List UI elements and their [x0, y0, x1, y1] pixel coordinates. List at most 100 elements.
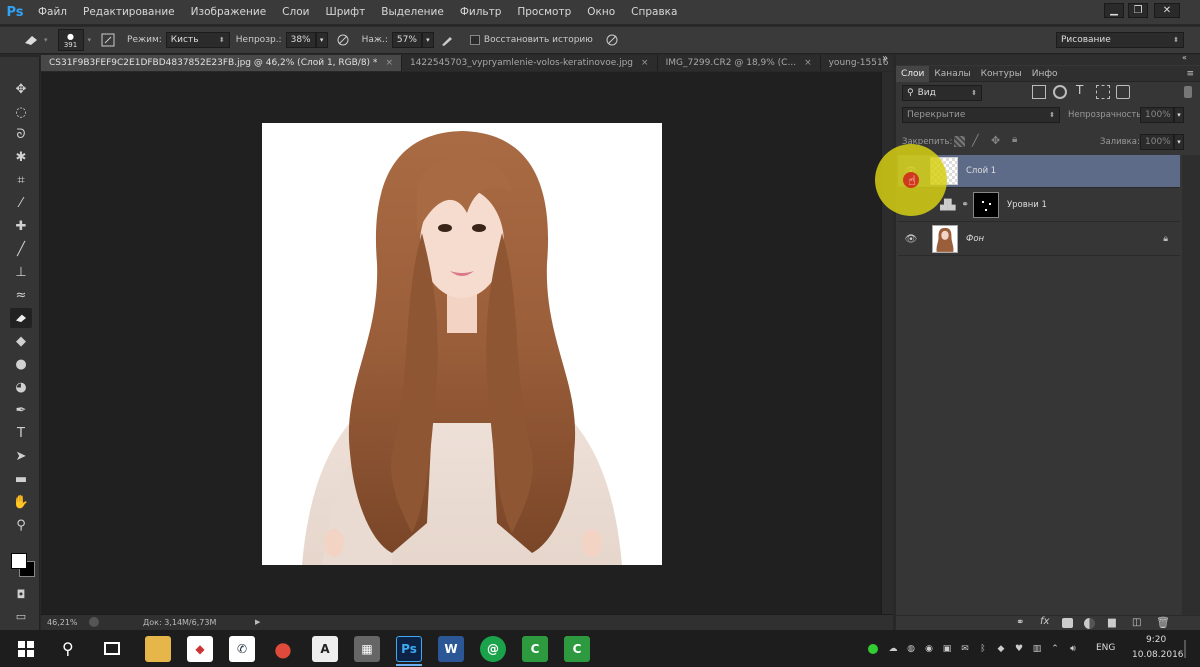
collapse-icon[interactable]: » — [882, 53, 888, 64]
chrome-icon[interactable]: ● — [270, 636, 296, 662]
eraser-tool-icon[interactable] — [10, 308, 32, 328]
language-indicator[interactable]: ENG — [1096, 643, 1115, 653]
layer-row[interactable]: 👁︎ Фон 🔒︎ — [898, 223, 1180, 256]
pressure-dropdown[interactable]: ▾ — [421, 32, 434, 48]
foreground-color-swatch[interactable] — [11, 553, 27, 569]
clock-time[interactable]: 9:20 — [1146, 635, 1166, 645]
lock-all-icon[interactable]: 🔒︎ — [1012, 134, 1017, 145]
tray-app-icon[interactable]: ◍ — [906, 644, 916, 654]
close-icon[interactable]: × — [385, 58, 393, 68]
close-button[interactable]: ✕ — [1154, 3, 1180, 18]
move-tool-icon[interactable]: ✥ — [10, 79, 32, 99]
doc-tab[interactable]: 1422545703_vypryamlenie-volos-keratinovo… — [402, 55, 658, 71]
history-brush-tool-icon[interactable]: ≈ — [10, 285, 32, 305]
tab-channels[interactable]: Каналы — [929, 66, 975, 82]
panel-menu-icon[interactable]: ≡ — [1180, 66, 1200, 81]
dodge-tool-icon[interactable]: ◕ — [10, 377, 32, 397]
mask-link-icon[interactable]: ⚭ — [961, 200, 969, 210]
eyedropper-tool-icon[interactable]: ⁄ — [10, 193, 32, 213]
photoshop-icon[interactable]: Ps — [396, 636, 422, 662]
mail-agent-icon[interactable]: @ — [480, 636, 506, 662]
pressure-opacity-icon[interactable] — [334, 31, 352, 49]
tray-cloud-icon[interactable]: ☁ — [888, 644, 898, 654]
tray-app-icon[interactable] — [868, 644, 878, 654]
layer-name[interactable]: Слой 1 — [966, 166, 996, 176]
hand-tool-icon[interactable]: ✋ — [10, 492, 32, 512]
link-layers-icon[interactable]: ⚭ — [1016, 617, 1024, 628]
brush-tool-icon[interactable]: ╱ — [10, 239, 32, 259]
tray-app-icon[interactable]: ♥ — [1014, 644, 1024, 654]
blur-tool-icon[interactable]: ● — [10, 354, 32, 374]
chevron-up-icon[interactable]: ⌃ — [1050, 644, 1060, 654]
tab-info[interactable]: Инфо — [1027, 66, 1063, 82]
paint-bucket-tool-icon[interactable]: ◆ — [10, 331, 32, 351]
layer-opacity-field[interactable]: 100% — [1140, 107, 1174, 123]
layer-style-icon[interactable]: fx — [1040, 616, 1049, 627]
filter-toggle[interactable] — [1184, 86, 1192, 98]
eraser-tool-preset-icon[interactable] — [22, 31, 40, 49]
marquee-tool-icon[interactable]: ◌ — [10, 102, 32, 122]
task-view-icon[interactable] — [104, 642, 120, 655]
status-menu-arrow-icon[interactable]: ▶ — [255, 618, 260, 626]
pressure-field[interactable]: 57% — [391, 32, 422, 48]
tray-app-icon[interactable]: ◆ — [996, 644, 1006, 654]
menu-filter[interactable]: Фильтр — [452, 6, 510, 18]
tray-app-icon[interactable]: ▣ — [942, 644, 952, 654]
menu-file[interactable]: Файл — [30, 6, 75, 18]
restore-history-checkbox[interactable] — [469, 35, 480, 45]
zoom-tool-icon[interactable]: ⚲ — [10, 515, 32, 535]
tray-app-icon[interactable]: ✉ — [960, 644, 970, 654]
menu-image[interactable]: Изображение — [183, 6, 275, 18]
menu-type[interactable]: Шрифт — [317, 6, 373, 18]
add-mask-icon[interactable] — [1062, 618, 1073, 628]
chevron-down-icon[interactable]: ▾ — [88, 36, 92, 44]
close-icon[interactable]: × — [804, 58, 812, 68]
filter-type-icon[interactable]: T — [1076, 83, 1083, 97]
word-icon[interactable]: W — [438, 636, 464, 662]
doc-tab[interactable]: IMG_7299.CR2 @ 18,9% (C... × — [658, 55, 821, 71]
screen-mode-icon[interactable]: ▭ — [10, 606, 32, 626]
volume-icon[interactable]: 🔊︎ — [1068, 644, 1078, 654]
doc-tab-active[interactable]: CS31F9B3FEF9C2E1DFBD4837852E23FB.jpg @ 4… — [41, 55, 402, 71]
healing-brush-tool-icon[interactable]: ✚ — [10, 216, 32, 236]
clone-stamp-tool-icon[interactable]: ⊥ — [10, 262, 32, 282]
show-desktop-button[interactable] — [1184, 640, 1186, 658]
layer-name[interactable]: Уровни 1 — [1007, 200, 1047, 210]
workspace-select[interactable]: Рисование ⬍ — [1056, 32, 1184, 48]
zoom-level[interactable]: 46,21% — [47, 618, 78, 627]
acrobat-icon[interactable]: A — [312, 636, 338, 662]
path-selection-tool-icon[interactable]: ➤ — [10, 446, 32, 466]
new-layer-icon[interactable]: ◫ — [1132, 617, 1141, 628]
close-icon[interactable]: × — [641, 58, 649, 68]
blend-mode-select[interactable]: Перекрытие ⬍ — [902, 107, 1060, 123]
search-icon[interactable]: ⚲ — [62, 639, 74, 658]
tray-app-icon[interactable]: ◉ — [924, 644, 934, 654]
filter-adjustment-icon[interactable] — [1053, 85, 1067, 99]
app-icon[interactable]: ✆ — [229, 636, 255, 662]
brush-panel-icon[interactable] — [99, 31, 117, 49]
fill-dropdown[interactable]: ▾ — [1174, 134, 1184, 150]
rectangle-tool-icon[interactable]: ▬ — [10, 469, 32, 489]
airbrush-icon[interactable] — [438, 31, 456, 49]
calculator-icon[interactable]: ▦ — [354, 636, 380, 662]
network-icon[interactable]: ▥ — [1032, 644, 1042, 654]
lock-position-icon[interactable]: ✥ — [991, 134, 1000, 147]
filter-shape-icon[interactable] — [1096, 85, 1110, 99]
menu-window[interactable]: Окно — [579, 6, 623, 18]
crop-tool-icon[interactable]: ⌗ — [10, 170, 32, 190]
paint-app-icon[interactable]: ◆ — [187, 636, 213, 662]
document-image[interactable] — [262, 123, 662, 565]
menu-select[interactable]: Выделение — [373, 6, 452, 18]
quick-mask-icon[interactable]: ◘ — [10, 584, 32, 604]
menu-edit[interactable]: Редактирование — [75, 6, 183, 18]
layers-scrollbar[interactable] — [1182, 155, 1200, 615]
layer-name[interactable]: Фон — [966, 234, 984, 244]
camtasia-recorder-icon[interactable]: C — [564, 636, 590, 662]
layer-filter-select[interactable]: ⚲ Вид ⬍ — [902, 85, 982, 101]
file-explorer-icon[interactable] — [145, 636, 171, 662]
filter-pixel-icon[interactable] — [1032, 85, 1046, 99]
visibility-eye-icon[interactable]: 👁︎ — [904, 234, 918, 245]
camtasia-icon[interactable]: C — [522, 636, 548, 662]
opacity-field[interactable]: 38% — [285, 32, 316, 48]
brush-size-picker[interactable]: ● 391 — [57, 29, 84, 51]
